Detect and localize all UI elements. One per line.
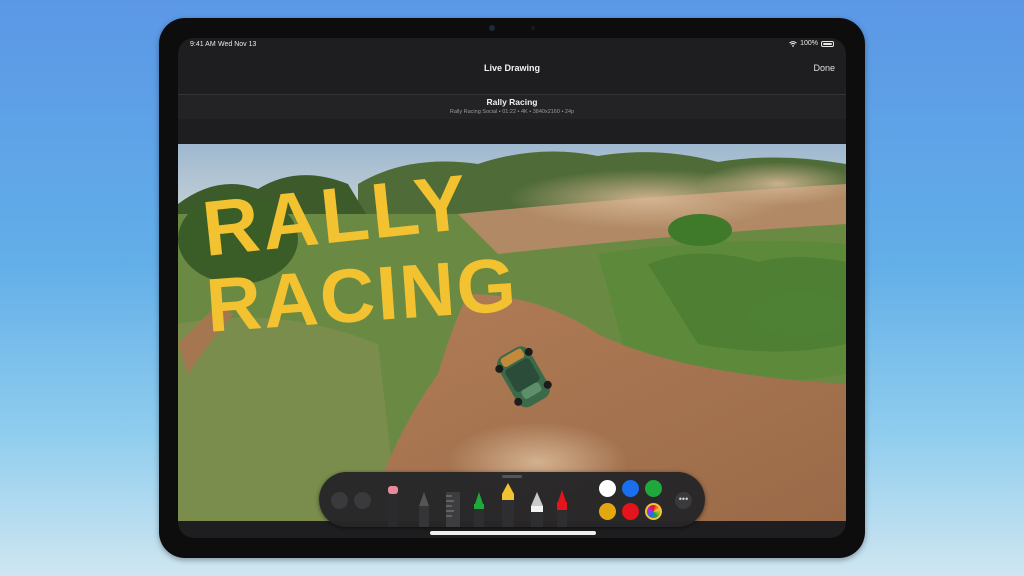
more-icon: ••• bbox=[678, 494, 689, 504]
more-options-button[interactable]: ••• bbox=[675, 492, 692, 509]
toolbar-grabber[interactable] bbox=[502, 475, 522, 478]
done-button[interactable]: Done bbox=[813, 63, 835, 73]
camera-icon bbox=[489, 25, 495, 31]
color-picker-swatch[interactable] bbox=[645, 503, 662, 520]
status-bar: 9:41 AM Wed Nov 13 100% bbox=[178, 38, 846, 52]
color-green-swatch[interactable] bbox=[645, 480, 662, 497]
status-right: 100% bbox=[789, 40, 834, 47]
markup-toolbar: ••• bbox=[319, 472, 705, 527]
red-crayon-icon[interactable] bbox=[557, 490, 567, 527]
video-info-bar: Rally Racing Rally Racing Social • 01:22… bbox=[178, 95, 846, 119]
status-time: 9:41 AM bbox=[190, 41, 216, 48]
battery-percentage: 100% bbox=[800, 40, 818, 47]
wifi-icon bbox=[789, 40, 797, 47]
battery-icon bbox=[821, 40, 834, 47]
status-date: Wed Nov 13 bbox=[218, 41, 257, 48]
color-white-swatch[interactable] bbox=[599, 480, 616, 497]
tools-palette bbox=[388, 483, 567, 527]
page-title: Live Drawing bbox=[483, 63, 540, 73]
home-indicator[interactable] bbox=[430, 531, 596, 535]
color-blue-swatch[interactable] bbox=[622, 480, 639, 497]
video-canvas[interactable]: RALLY RACING bbox=[178, 144, 846, 521]
eraser-icon[interactable] bbox=[388, 486, 398, 527]
video-meta: Rally Racing Social • 01:22 • 4K • 3840x… bbox=[449, 109, 575, 115]
undo-button[interactable] bbox=[331, 492, 348, 509]
navigation-bar: Live Drawing Done bbox=[178, 52, 846, 95]
video-frame-image: RALLY RACING bbox=[178, 144, 846, 521]
fountain-pen-icon[interactable] bbox=[531, 492, 543, 527]
sensor-icon bbox=[531, 26, 535, 30]
green-marker-icon[interactable] bbox=[474, 492, 484, 527]
yellow-marker-icon[interactable] bbox=[502, 483, 514, 527]
color-yellow-swatch[interactable] bbox=[599, 503, 616, 520]
ipad-frame: 9:41 AM Wed Nov 13 100% Live Drawing Don… bbox=[159, 18, 865, 558]
color-red-swatch[interactable] bbox=[622, 503, 639, 520]
pencil-icon[interactable] bbox=[419, 492, 429, 527]
video-title: Rally Racing bbox=[486, 97, 538, 107]
ruler-icon[interactable] bbox=[446, 492, 460, 527]
screen: 9:41 AM Wed Nov 13 100% Live Drawing Don… bbox=[178, 38, 846, 538]
redo-button[interactable] bbox=[354, 492, 371, 509]
